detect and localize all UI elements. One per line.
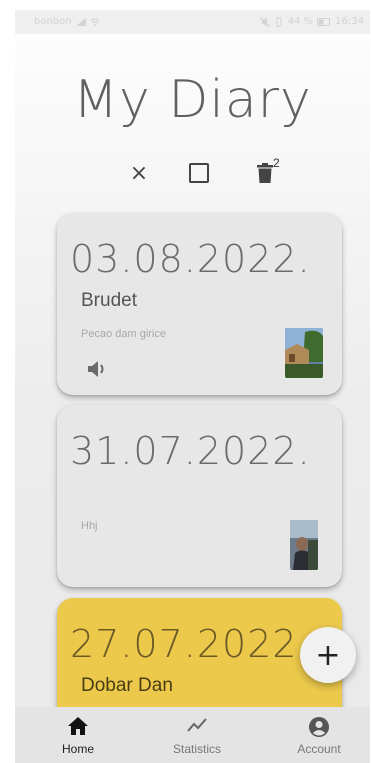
selected-count-badge: 2: [273, 156, 280, 170]
nav-statistics[interactable]: Statistics: [142, 707, 252, 763]
statistics-icon: [187, 718, 207, 732]
account-icon: [309, 717, 329, 737]
delete-selected-button[interactable]: 2: [247, 156, 283, 188]
mute-icon: [259, 16, 270, 27]
selection-toolbar: × 2: [15, 156, 370, 188]
entry-title: Brudet: [81, 290, 137, 311]
entry-date: 03.08.2022.: [70, 237, 311, 281]
close-icon: ×: [129, 160, 149, 186]
select-all-button[interactable]: [185, 158, 213, 188]
delete-icon: [257, 163, 273, 183]
entry-title: Dobar Dan: [81, 675, 173, 696]
entry-date: 27.07.2022.: [70, 622, 311, 666]
home-icon: [68, 717, 88, 735]
battery-percent: 44 %: [287, 16, 314, 27]
page-title: My Diary: [73, 70, 312, 130]
entry-photo-thumbnail[interactable]: [290, 520, 318, 570]
nav-account[interactable]: Account: [264, 707, 370, 763]
wifi-icon: [90, 17, 100, 26]
add-entry-button[interactable]: +: [300, 627, 356, 683]
nav-label: Account: [297, 742, 341, 756]
nav-home[interactable]: Home: [23, 707, 133, 763]
carrier-label: bonbon: [34, 16, 72, 27]
entry-date: 31.07.2022.: [70, 429, 311, 473]
status-bar: bonbon 44 % 16:34: [15, 10, 370, 34]
clock: 16:34: [335, 16, 364, 27]
battery-icon: [317, 17, 331, 26]
speaker-icon[interactable]: [87, 360, 109, 378]
bottom-navigation: Home Statistics Account: [15, 707, 370, 763]
vibrate-icon: [276, 17, 282, 26]
entry-text: Hhj: [81, 520, 98, 532]
diary-entry-card[interactable]: 31.07.2022. Hhj: [57, 405, 342, 587]
entry-photo-thumbnail[interactable]: [285, 328, 323, 378]
nav-label: Statistics: [172, 742, 221, 756]
checkbox-icon: [189, 163, 209, 183]
signal-icon: [75, 17, 86, 26]
entry-text: Pecao dam girice: [81, 328, 166, 340]
nav-label: Home: [61, 742, 94, 756]
plus-icon: +: [315, 637, 341, 673]
diary-entry-card[interactable]: 03.08.2022. Brudet Pecao dam girice: [57, 213, 342, 395]
app-screen: bonbon 44 % 16:34 My Diary × 2 03.08.202…: [15, 10, 370, 763]
close-selection-button[interactable]: ×: [125, 158, 153, 188]
